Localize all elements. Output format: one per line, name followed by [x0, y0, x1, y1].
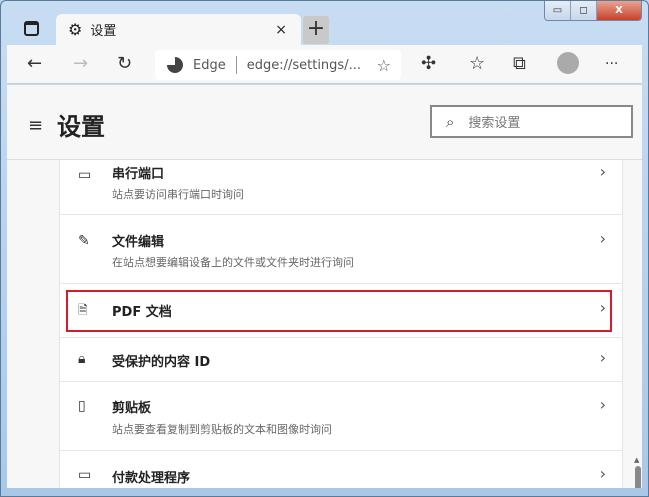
chevron-right-icon: ›: [599, 395, 606, 414]
new-tab-button[interactable]: +: [303, 16, 329, 44]
chevron-right-icon: ›: [599, 298, 606, 317]
gear-icon: ⚙: [68, 20, 83, 39]
scrollbar-thumb[interactable]: [635, 466, 641, 488]
item-title: PDF 文档: [112, 305, 172, 320]
avatar[interactable]: [557, 52, 579, 74]
list-item[interactable]: ▭ 串行端口 站点要访问串行端口时询问 ›: [60, 150, 622, 215]
scrollbar[interactable]: ▲: [632, 160, 642, 488]
back-icon[interactable]: ←: [27, 53, 42, 74]
extensions-icon[interactable]: ✣: [421, 53, 436, 74]
item-title: 剪贴板: [112, 401, 152, 416]
clipboard-icon: ▯: [78, 398, 86, 414]
item-subtitle: 在站点想要编辑设备上的文件或文件夹时进行询问: [112, 256, 354, 269]
pdf-icon: 🗎: [78, 303, 88, 317]
site-name: Edge: [193, 57, 226, 73]
list-item[interactable]: ▯ 剪贴板 站点要查看复制到剪贴板的文本和图像时询问 ›: [60, 382, 622, 451]
lock-icon: 🔒︎: [78, 351, 86, 367]
list-item[interactable]: 🗎 PDF 文档 ›: [60, 284, 622, 338]
refresh-icon[interactable]: ↻: [117, 53, 132, 74]
chevron-right-icon: ›: [599, 348, 606, 367]
list-item[interactable]: 🔒︎ 受保护的内容 ID ›: [60, 338, 622, 382]
scroll-up-icon[interactable]: ▲: [634, 456, 639, 464]
item-subtitle: 站点要访问串行端口时询问: [112, 188, 244, 201]
serial-port-icon: ▭: [78, 167, 92, 183]
tab-actions-icon[interactable]: [24, 21, 39, 36]
close-tab-button[interactable]: ×: [275, 22, 287, 38]
window-frame: ▭ ◻ X ⚙ 设置 × + ← → ↻ Edge edge://setting…: [0, 0, 649, 497]
add-favorite-icon[interactable]: ☆: [377, 56, 391, 75]
settings-list: ▭ 串行端口 站点要访问串行端口时询问 › ✎ 文件编辑 在站点想要编辑设备上的…: [59, 160, 623, 488]
item-title: 受保护的内容 ID: [112, 355, 211, 370]
card-icon: ▭: [78, 467, 92, 483]
favorites-icon[interactable]: ☆: [469, 53, 485, 74]
chevron-right-icon: ›: [599, 229, 606, 248]
chevron-right-icon: ›: [599, 464, 606, 483]
divider: [235, 56, 237, 74]
item-title: 串行端口: [112, 167, 165, 182]
tab-title: 设置: [90, 24, 117, 39]
settings-page: ≡ 设置 ⌕ 搜索设置 ▭ 串行端口 站点要访问串行端口时询问 › ✎ 文件编辑…: [7, 85, 642, 488]
search-placeholder: 搜索设置: [468, 116, 521, 131]
toolbar: ← → ↻ Edge edge://settings/... ☆ ✣ ☆ ⧉ ·…: [7, 45, 642, 84]
file-edit-icon: ✎: [78, 233, 90, 249]
collections-icon[interactable]: ⧉: [513, 53, 526, 74]
address-bar[interactable]: Edge edge://settings/... ☆: [155, 50, 401, 80]
item-subtitle: 站点要查看复制到剪贴板的文本和图像时询问: [112, 423, 332, 436]
tab-settings[interactable]: ⚙ 设置 ×: [56, 14, 301, 45]
edge-logo-icon: [167, 57, 183, 73]
chevron-right-icon: ›: [599, 162, 606, 181]
url-text: edge://settings/...: [246, 57, 361, 73]
list-item[interactable]: ✎ 文件编辑 在站点想要编辑设备上的文件或文件夹时进行询问 ›: [60, 215, 622, 284]
forward-icon[interactable]: →: [73, 53, 88, 74]
item-title: 付款处理程序: [112, 471, 191, 486]
item-title: 文件编辑: [112, 235, 165, 250]
tab-strip: ⚙ 设置 × +: [7, 13, 642, 45]
menu-icon[interactable]: ≡: [28, 115, 43, 136]
list-item[interactable]: ▭ 付款处理程序 ›: [60, 451, 622, 488]
more-menu-button[interactable]: ···: [605, 56, 618, 72]
search-icon: ⌕: [446, 112, 455, 131]
search-input[interactable]: ⌕ 搜索设置: [430, 105, 633, 138]
page-title: 设置: [57, 113, 105, 141]
